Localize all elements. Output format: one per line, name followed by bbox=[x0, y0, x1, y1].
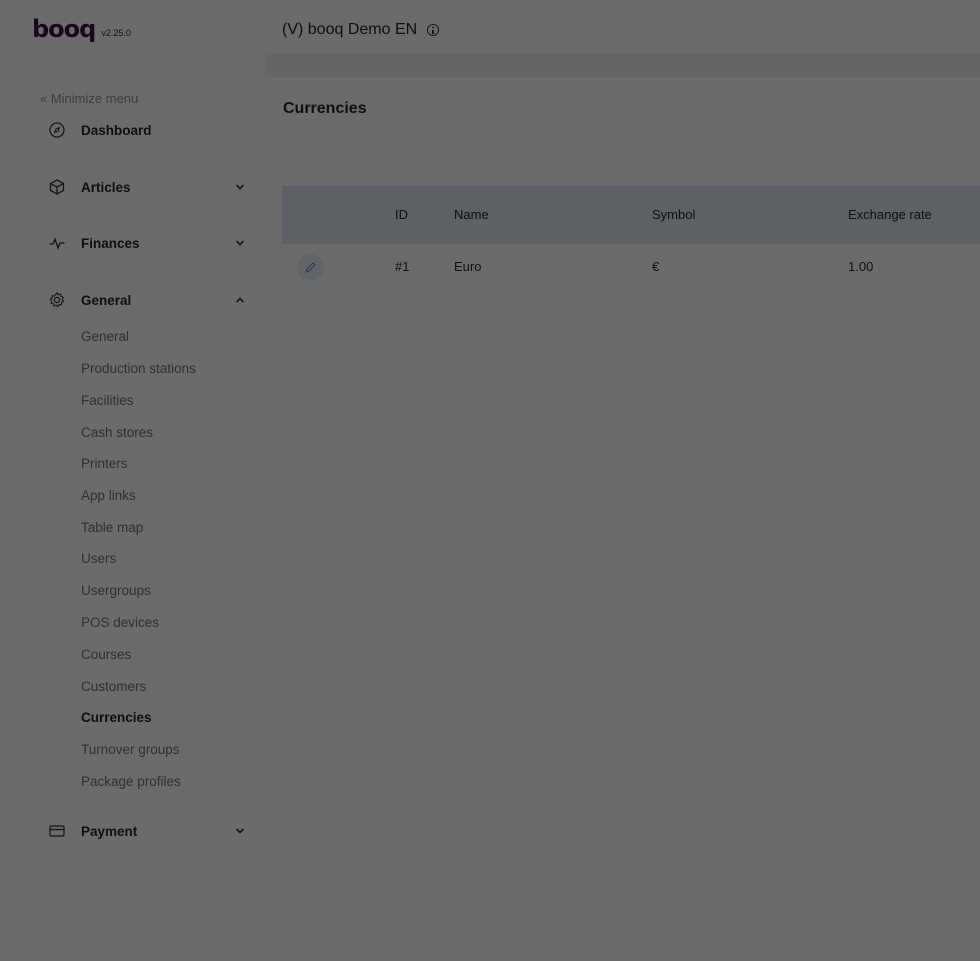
sidebar-subitem-turnover-groups[interactable]: Turnover groups bbox=[81, 742, 180, 757]
column-header-exchange-rate[interactable]: Exchange rate bbox=[848, 207, 932, 222]
sidebar-subitem-cash-stores[interactable]: Cash stores bbox=[81, 425, 153, 440]
table-row[interactable]: #1 Euro € 1.00 bbox=[282, 244, 980, 290]
brand[interactable]: booq v2.25.0 bbox=[32, 17, 131, 41]
sidebar-subitem-currencies[interactable]: Currencies bbox=[81, 710, 152, 725]
sidebar-subitem-production-stations[interactable]: Production stations bbox=[81, 361, 196, 376]
pencil-icon bbox=[305, 262, 316, 273]
sidebar-subitem-pos-devices[interactable]: POS devices bbox=[81, 615, 159, 630]
sidebar-item-dashboard[interactable]: Dashboard bbox=[8, 118, 265, 142]
app-version: v2.25.0 bbox=[101, 28, 131, 38]
sidebar-item-label: Articles bbox=[81, 179, 131, 195]
minimize-menu-link[interactable]: « Minimize menu bbox=[40, 91, 138, 106]
main-content: Currencies ID Name Symbol Exchange rate … bbox=[265, 77, 980, 961]
sidebar-subitem-courses[interactable]: Courses bbox=[81, 647, 131, 662]
sidebar-subitem-app-links[interactable]: App links bbox=[81, 488, 136, 503]
cell-name: Euro bbox=[454, 259, 482, 274]
sidebar-item-label: Dashboard bbox=[81, 122, 152, 138]
currencies-table: ID Name Symbol Exchange rate #1 Euro € 1… bbox=[282, 186, 980, 290]
gear-icon bbox=[49, 291, 65, 308]
sidebar-subitem-facilities[interactable]: Facilities bbox=[81, 393, 134, 408]
venue-name: (V) booq Demo EN bbox=[282, 21, 418, 38]
column-header-id[interactable]: ID bbox=[395, 207, 408, 222]
venue-selector[interactable]: (V) booq Demo EN bbox=[282, 21, 440, 39]
sidebar-subitem-general[interactable]: General bbox=[81, 329, 129, 344]
column-header-symbol[interactable]: Symbol bbox=[652, 207, 695, 222]
column-header-name[interactable]: Name bbox=[454, 207, 489, 222]
sidebar-subitem-usergroups[interactable]: Usergroups bbox=[81, 583, 151, 598]
sidebar: « Minimize menu Dashboard Articles Finan… bbox=[8, 53, 265, 961]
sidebar-item-articles[interactable]: Articles bbox=[8, 175, 265, 199]
table-header: ID Name Symbol Exchange rate bbox=[282, 186, 980, 244]
credit-card-icon bbox=[49, 825, 65, 837]
top-bar: booq v2.25.0 (V) booq Demo EN bbox=[8, 8, 980, 53]
cell-id: #1 bbox=[395, 259, 410, 274]
chevron-down-icon[interactable] bbox=[233, 824, 247, 838]
sidebar-subitem-printers[interactable]: Printers bbox=[81, 456, 128, 471]
sidebar-subitem-package-profiles[interactable]: Package profiles bbox=[81, 774, 181, 789]
sidebar-item-finances[interactable]: Finances bbox=[8, 231, 265, 255]
sidebar-item-general[interactable]: General bbox=[8, 288, 265, 312]
sidebar-item-payment[interactable]: Payment bbox=[8, 819, 265, 843]
booq-logo[interactable]: booq bbox=[32, 17, 96, 41]
edit-button[interactable] bbox=[297, 254, 324, 281]
pulse-icon bbox=[49, 237, 65, 250]
sidebar-subitem-customers[interactable]: Customers bbox=[81, 679, 146, 694]
sidebar-subitem-table-map[interactable]: Table map bbox=[81, 520, 143, 535]
info-icon[interactable] bbox=[427, 24, 440, 36]
chevron-up-icon[interactable] bbox=[233, 293, 247, 307]
cell-symbol: € bbox=[652, 259, 660, 274]
cell-exchange-rate: 1.00 bbox=[848, 259, 874, 274]
sidebar-subitem-users[interactable]: Users bbox=[81, 551, 116, 566]
app-window: booq v2.25.0 (V) booq Demo EN « Minimize… bbox=[8, 8, 980, 961]
sidebar-item-label: Payment bbox=[81, 823, 138, 839]
chevron-down-icon[interactable] bbox=[233, 180, 247, 194]
compass-icon bbox=[49, 122, 65, 138]
sidebar-item-label: General bbox=[81, 292, 132, 308]
chevron-down-icon[interactable] bbox=[233, 236, 247, 250]
page-title: Currencies bbox=[283, 100, 367, 117]
box-icon bbox=[49, 179, 65, 195]
sidebar-item-label: Finances bbox=[81, 235, 140, 251]
